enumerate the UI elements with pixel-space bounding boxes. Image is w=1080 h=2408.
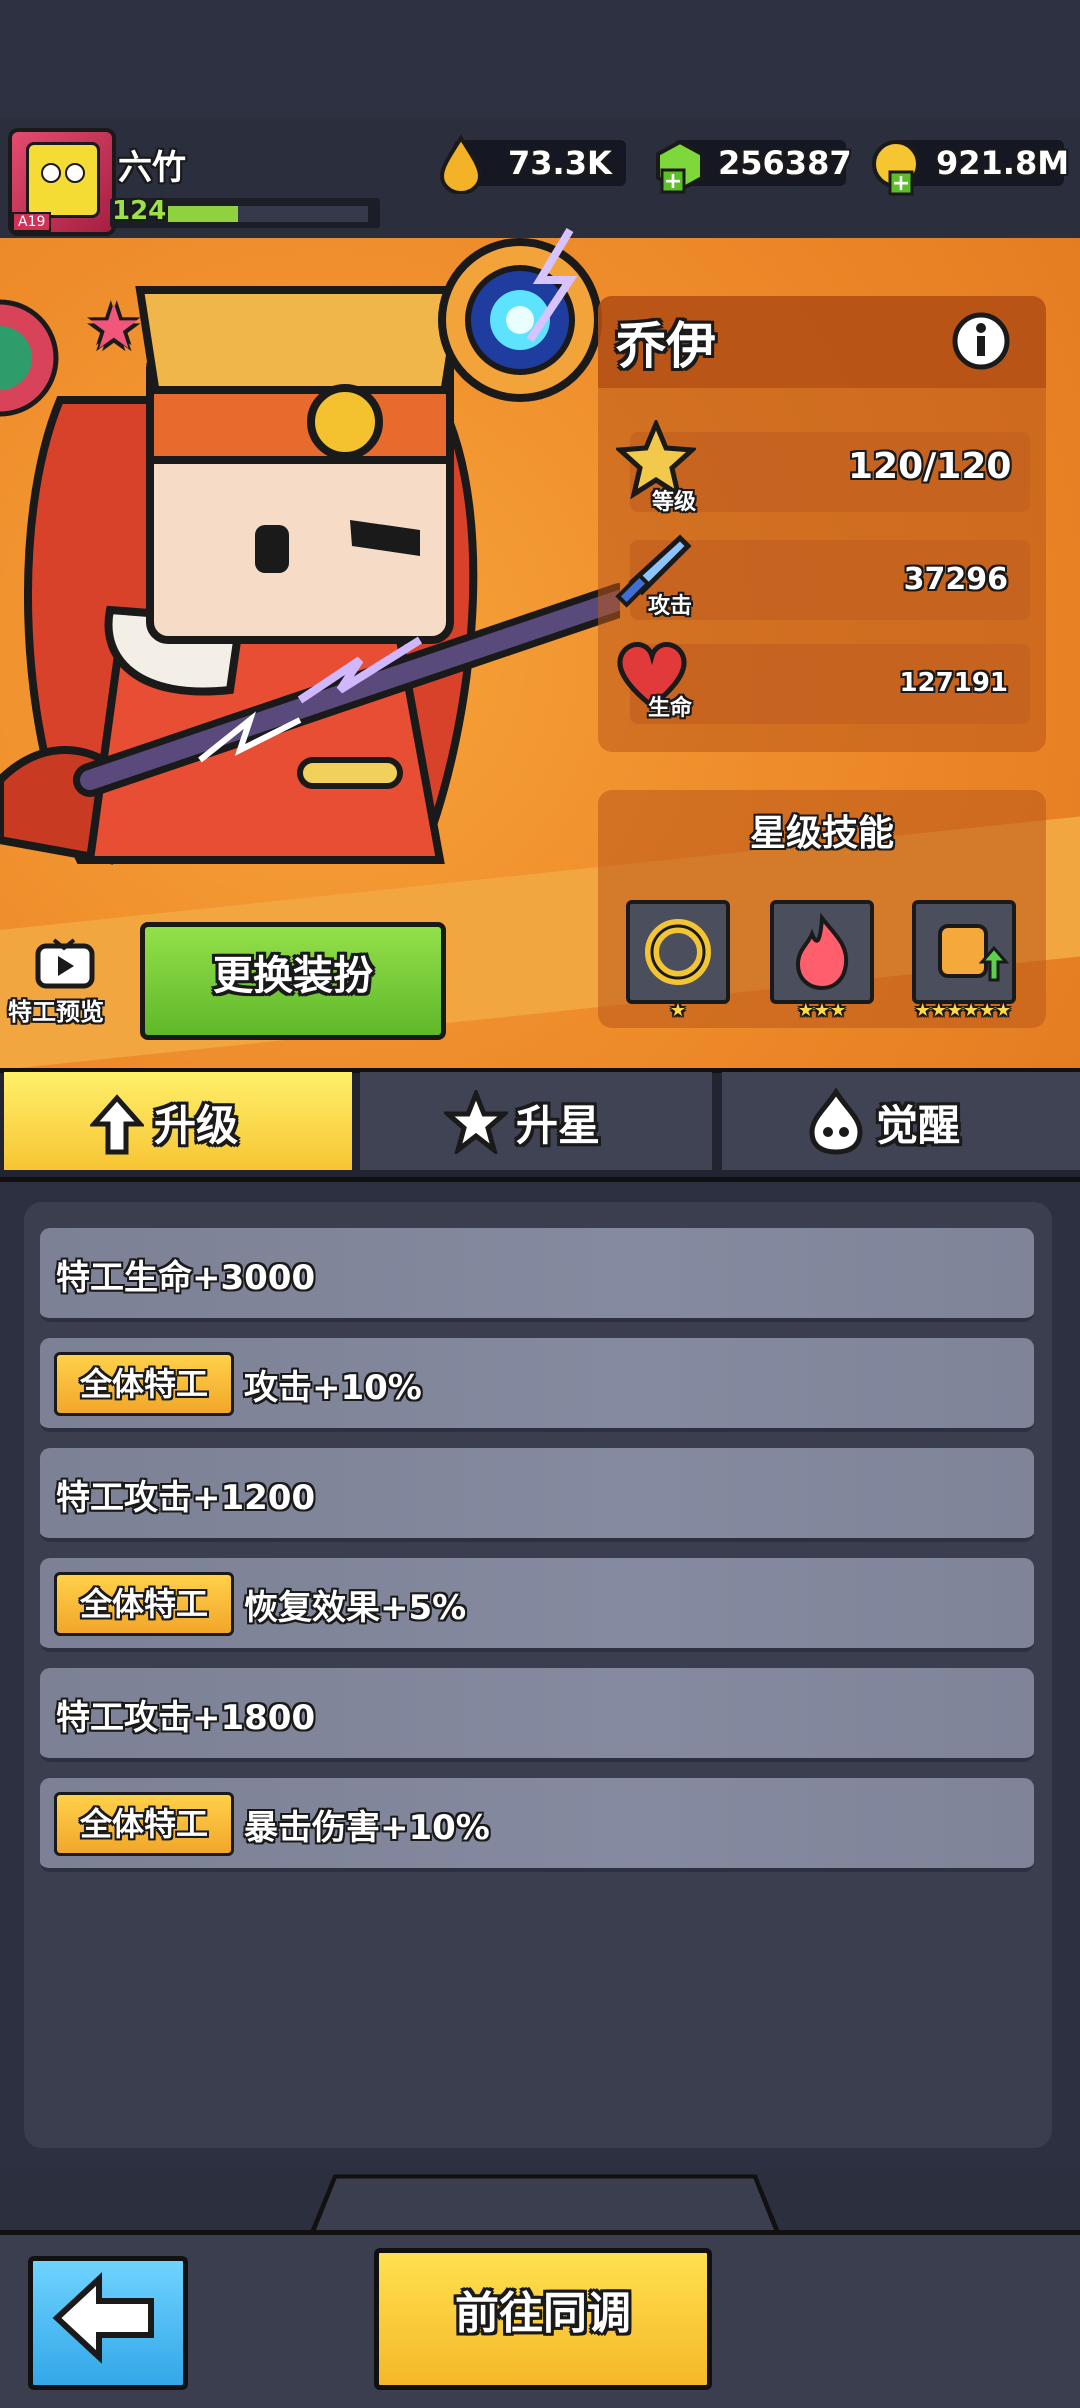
upgrade-row: 全体特工 攻击+10% [40, 1338, 1034, 1432]
upgrade-text: 暴击伤害+10% [244, 1808, 490, 1848]
attack-value: 37296 [903, 562, 1008, 597]
skill-slot-3[interactable] [912, 900, 1016, 1004]
chip-label: 全体特工 [79, 1365, 208, 1403]
avatar-face [26, 142, 100, 218]
change-outfit-label: 更换装扮 [213, 953, 373, 999]
info-icon[interactable] [950, 310, 1012, 372]
skill-slot-2[interactable] [770, 900, 874, 1004]
ring-icon [645, 919, 711, 985]
upgrade-text: 特工攻击+1800 [56, 1698, 316, 1738]
fist-up-icon [938, 924, 1010, 982]
arrow-left-icon [52, 2272, 154, 2364]
tab-star-up[interactable]: 升星 [360, 1072, 712, 1170]
skill-2-stars: ★★★ [797, 1000, 847, 1021]
level-label: 等级 [652, 490, 697, 515]
gems-value: 256387 [718, 144, 852, 182]
gold-value: 921.8M [936, 144, 1070, 182]
upgrade-text: 恢复效果+5% [244, 1588, 467, 1628]
chip-label: 全体特工 [79, 1805, 208, 1843]
flame-drop-icon [809, 1088, 863, 1155]
tab-awaken[interactable]: 觉醒 [722, 1072, 1080, 1170]
player-name: 六竹 [118, 148, 186, 188]
tab-upgrade-label: 升级 [154, 1101, 239, 1150]
all-agents-chip: 全体特工 [54, 1352, 234, 1416]
hero-weapon-orb [438, 227, 602, 402]
star-icon [444, 1090, 508, 1154]
flame-icon [795, 912, 849, 991]
upgrade-row: 特工生命+3000 [40, 1228, 1034, 1322]
arrow-up-icon [90, 1094, 144, 1155]
all-agents-chip: 全体特工 [54, 1572, 234, 1636]
svg-text:+: + [892, 171, 910, 196]
status-area [0, 0, 1080, 120]
hp-label: 生命 [648, 696, 693, 721]
goto-sync-button[interactable]: 前往同调 [374, 2248, 712, 2390]
tab-upgrade[interactable]: 升级 [4, 1072, 352, 1170]
preview-button-label[interactable]: 特工预览 [8, 992, 104, 1027]
gem-add-icon[interactable]: + [652, 138, 708, 196]
star-skills-title: 星级技能 [749, 813, 894, 854]
skill-1-stars: ★ [669, 1000, 687, 1021]
svg-text:+: + [664, 169, 682, 194]
all-agents-chip: 全体特工 [54, 1792, 234, 1856]
upgrade-text: 攻击+10% [244, 1368, 422, 1408]
energy-value: 73.3K [508, 144, 612, 182]
tab-awaken-label: 觉醒 [876, 1101, 961, 1150]
back-button[interactable] [28, 2256, 188, 2390]
upgrade-row: 全体特工 恢复效果+5% [40, 1558, 1034, 1652]
upgrade-text: 特工攻击+1200 [56, 1478, 316, 1518]
tv-preview-icon[interactable] [34, 936, 96, 992]
upgrade-text: 特工生命+3000 [56, 1258, 316, 1298]
upgrade-row: 特工攻击+1200 [40, 1448, 1034, 1542]
hero-name: 乔伊 [616, 317, 716, 375]
upgrade-row: 全体特工 暴击伤害+10% [40, 1778, 1034, 1872]
skill-slot-1[interactable] [626, 900, 730, 1004]
skill-3-stars: ★★★★★★ [914, 1000, 1012, 1021]
energy-drop-icon [439, 134, 483, 194]
gold-add-icon[interactable]: + [868, 138, 926, 198]
level-value: 120/120 [848, 446, 1012, 487]
upgrade-row: 特工攻击+1800 [40, 1668, 1034, 1762]
tab-star-up-label: 升星 [516, 1101, 601, 1150]
hp-value: 127191 [899, 668, 1008, 698]
attack-label: 攻击 [648, 594, 693, 619]
goto-sync-label: 前往同调 [455, 2288, 631, 2339]
chip-label: 全体特工 [79, 1585, 208, 1623]
change-outfit-button[interactable]: 更换装扮 [140, 922, 446, 1040]
